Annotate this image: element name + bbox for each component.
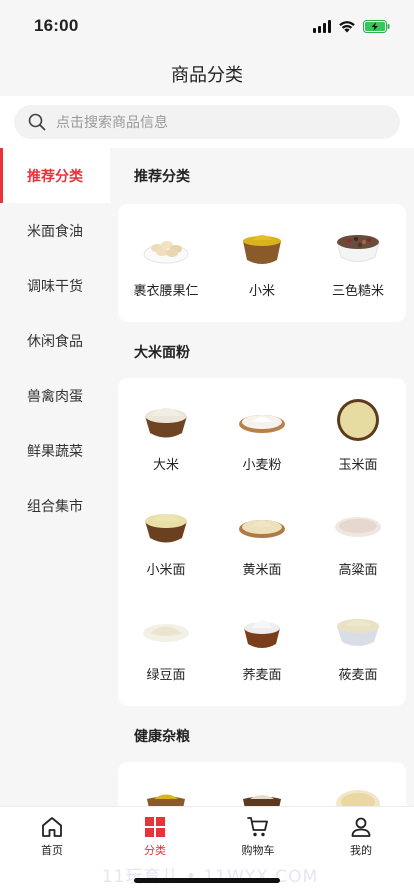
product-label: 裹衣腰果仁 xyxy=(133,284,199,299)
product-label: 小米面 xyxy=(146,563,186,578)
sorghum-flour-icon xyxy=(335,517,381,537)
product-label: 三色糙米 xyxy=(331,284,384,299)
sidebar-item-recommended[interactable]: 推荐分类 xyxy=(0,148,110,203)
product-item-millet-flour[interactable]: 小米面 xyxy=(118,483,214,588)
search-icon xyxy=(28,113,46,131)
sidebar-item-rice-flour-oil[interactable]: 米面食油 xyxy=(0,203,110,258)
product-item-rice[interactable]: 大米 xyxy=(118,378,214,483)
product-item-wheat-flour[interactable]: 小麦粉 xyxy=(214,378,310,483)
home-icon xyxy=(42,817,62,837)
category-screen: 16:00 商品分类 点击搜索商品信息 推荐分类 米面食油 调味干货 休闲食品 … xyxy=(0,0,414,896)
brown-rice-bowl-icon xyxy=(336,235,380,262)
home-indicator xyxy=(134,878,280,883)
buckwheat-flour-bowl-icon xyxy=(244,620,280,648)
section-card: 大米 小麦粉 玉米面 小米面 黄米面 高粱面 绿豆面 荞麦面 莜麦面 xyxy=(118,378,406,706)
product-label: 小麦粉 xyxy=(242,458,282,473)
sidebar-item-snacks[interactable]: 休闲食品 xyxy=(0,313,110,368)
tab-label: 首页 xyxy=(41,844,63,857)
profile-icon xyxy=(351,817,371,837)
cart-icon xyxy=(247,817,268,837)
tab-cart[interactable]: 购物车 xyxy=(208,815,308,858)
sidebar-item-seasoning-dry-goods[interactable]: 调味干货 xyxy=(0,258,110,313)
status-bar: 16:00 xyxy=(0,0,414,52)
tab-label: 我的 xyxy=(350,844,372,857)
oat-flour-bowl-icon xyxy=(337,619,379,646)
sidebar-item-label: 鲜果蔬菜 xyxy=(27,443,83,460)
wifi-icon xyxy=(339,20,355,32)
search-input[interactable]: 点击搜索商品信息 xyxy=(14,105,400,139)
sidebar-item-fruits-vegetables[interactable]: 鲜果蔬菜 xyxy=(0,423,110,478)
grain-bowl-icon xyxy=(336,790,380,806)
product-label: 小米 xyxy=(248,284,275,299)
battery-charging-icon xyxy=(363,19,390,33)
cashew-bowl-icon xyxy=(143,241,189,264)
product-label: 荞麦面 xyxy=(242,668,282,683)
section-card: 裹衣腰果仁 小米 三色糙米 xyxy=(118,204,406,322)
status-time: 16:00 xyxy=(34,16,79,35)
product-item-sorghum-flour[interactable]: 高粱面 xyxy=(310,483,406,588)
signal-icon xyxy=(313,19,331,33)
product-label: 玉米面 xyxy=(338,458,378,473)
tab-label: 分类 xyxy=(144,844,166,857)
product-item-oat-flour[interactable]: 莜麦面 xyxy=(310,588,406,693)
section-title: 健康杂粮 xyxy=(134,729,190,745)
product-label: 高粱面 xyxy=(338,563,378,578)
section-title: 大米面粉 xyxy=(134,345,190,361)
search-placeholder: 点击搜索商品信息 xyxy=(56,115,168,131)
tab-home[interactable]: 首页 xyxy=(2,815,102,858)
sidebar-item-label: 组合集市 xyxy=(27,498,83,515)
mung-bean-flour-icon xyxy=(143,624,189,642)
search-bar: 点击搜索商品信息 xyxy=(0,96,414,148)
tab-profile[interactable]: 我的 xyxy=(311,815,411,858)
product-label: 绿豆面 xyxy=(146,668,186,683)
section-title: 推荐分类 xyxy=(134,169,190,185)
yellow-rice-flour-icon xyxy=(239,520,285,538)
product-item-yellow-rice-flour[interactable]: 黄米面 xyxy=(214,483,310,588)
product-item-grain[interactable] xyxy=(118,762,214,806)
product-item-millet[interactable]: 小米 xyxy=(214,204,310,309)
rice-bowl-icon xyxy=(145,408,187,438)
watermark: 11玩育儿 • 11WYX.COM xyxy=(101,867,319,887)
product-item-grain[interactable] xyxy=(310,762,406,806)
sidebar-item-meat-eggs[interactable]: 兽禽肉蛋 xyxy=(0,368,110,423)
product-label: 黄米面 xyxy=(242,563,282,578)
corn-flour-bowl-icon xyxy=(337,399,379,441)
sidebar-item-combo-market[interactable]: 组合集市 xyxy=(0,478,110,533)
product-item-corn-flour[interactable]: 玉米面 xyxy=(310,378,406,483)
tab-category[interactable]: 分类 xyxy=(105,815,205,858)
category-sidebar: 推荐分类 米面食油 调味干货 休闲食品 兽禽肉蛋 鲜果蔬菜 组合集市 xyxy=(0,148,110,806)
product-item-buckwheat-flour[interactable]: 荞麦面 xyxy=(214,588,310,693)
product-item-mung-bean-flour[interactable]: 绿豆面 xyxy=(118,588,214,693)
sidebar-item-label: 兽禽肉蛋 xyxy=(27,388,83,405)
sidebar-item-label: 推荐分类 xyxy=(27,168,83,185)
page-title: 商品分类 xyxy=(171,65,243,86)
tab-label: 购物车 xyxy=(241,844,275,857)
section-card xyxy=(118,762,406,806)
grain-bowl-icon xyxy=(243,795,281,806)
product-item-cashew[interactable]: 裹衣腰果仁 xyxy=(118,204,214,309)
category-icon xyxy=(145,817,165,837)
product-label: 莜麦面 xyxy=(338,668,378,683)
product-label: 大米 xyxy=(152,458,179,473)
sidebar-item-label: 调味干货 xyxy=(27,278,83,295)
sidebar-item-label: 米面食油 xyxy=(27,223,83,240)
product-item-tricolor-rice[interactable]: 三色糙米 xyxy=(310,204,406,309)
category-content: 推荐分类 裹衣腰果仁 小米 三色糙米 大米面粉 大米 小麦粉 玉米面 小米面 黄… xyxy=(110,148,414,806)
product-item-grain[interactable] xyxy=(214,762,310,806)
status-icons xyxy=(313,19,390,33)
millet-bowl-icon xyxy=(243,235,281,264)
sidebar-item-label: 休闲食品 xyxy=(27,333,83,350)
millet-flour-bowl-icon xyxy=(145,514,187,543)
nav-header: 商品分类 xyxy=(0,52,414,96)
wheat-flour-plate-icon xyxy=(239,415,285,433)
grain-bowl-icon xyxy=(147,794,185,806)
